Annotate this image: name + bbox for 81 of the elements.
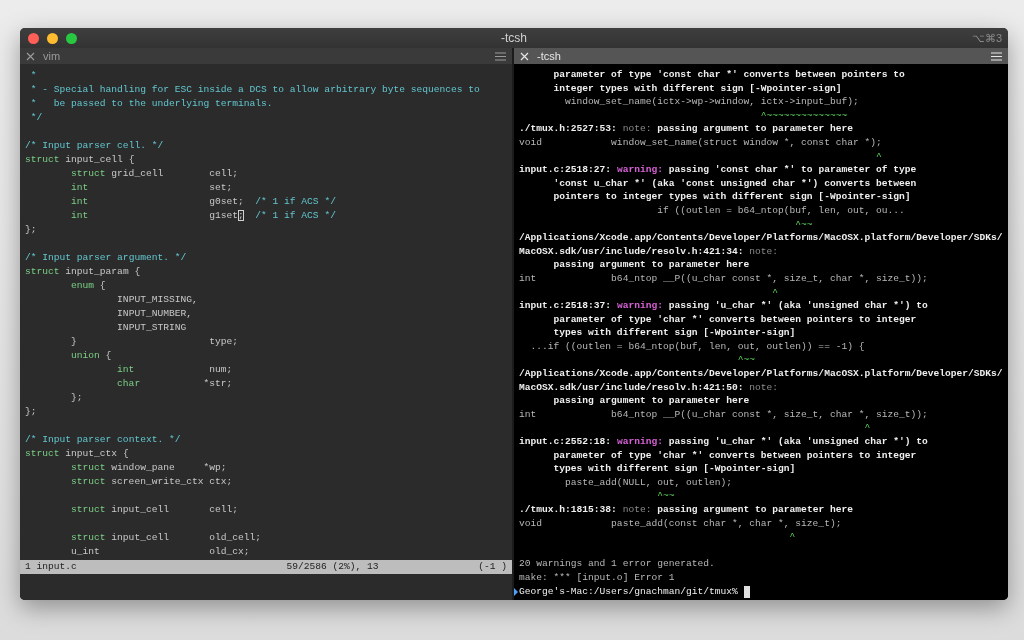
close-button[interactable] <box>28 32 39 44</box>
code-line: struct grid_cell cell; <box>70 167 239 181</box>
code-line: passing argument to parameter here <box>552 258 751 272</box>
code-line: /Applications/Xcode.app/Contents/Developer/Platforms/MacOSX.platform/Developer/SDKs/ <box>519 367 1004 381</box>
code-line: ^~~ <box>736 353 757 368</box>
code-line: char *str; <box>116 377 234 391</box>
mode-indicator: (-1 ) <box>478 560 507 574</box>
code-line: 'const u_char *' (aka 'const unsigned char *') converts between <box>552 176 918 191</box>
code-line: }; <box>25 405 38 419</box>
code-line: input.c:2552:18: warning: passing 'u_char *' (aka 'unsigned char *') to <box>519 435 929 449</box>
code-line: } type; <box>70 335 240 349</box>
code-line: ^ <box>771 285 780 300</box>
code-line: int g0set; /* 1 if ACS */ <box>70 195 337 209</box>
mark-icon <box>514 587 518 596</box>
code-line: ^~~~~~~~~~~~~~~ <box>759 108 849 123</box>
code-line: 20 warnings and 1 error generated. <box>519 557 716 571</box>
code-line: struct window_pane *wp; <box>70 461 228 475</box>
code-line: /* Input parser context. */ <box>25 433 182 447</box>
code-line: MacOSX.sdk/usr/include/resolv.h:421:50: note: <box>519 380 780 395</box>
code-line: union { <box>70 349 113 363</box>
code-line: ./tmux.h:2527:53: note: passing argument to parameter here <box>519 122 854 136</box>
code-line: parameter of type 'char *' converts between pointers to integer <box>552 312 918 327</box>
code-line: u_int old_cx; <box>70 545 251 559</box>
code-line: parameter of type 'char *' converts between pointers to integer <box>552 448 918 463</box>
code-line: ^~~ <box>656 489 676 503</box>
code-line: /* Input parser argument. */ <box>25 251 188 265</box>
cursor-position: 59/2586 (2%), 13 <box>286 560 379 574</box>
code-line: int num; <box>116 363 234 377</box>
code-line: input.c:2518:37: warning: passing 'u_char *' (aka 'unsigned char *') to <box>519 299 929 313</box>
code-line: enum { <box>70 279 107 293</box>
code-line: INPUT_STRING <box>116 321 188 335</box>
code-line: struct input_cell cell; <box>70 503 239 517</box>
file-name: 1 input.c <box>25 560 77 574</box>
code-line: struct input_param { <box>25 265 142 279</box>
code-line: int b64_ntop __P((u_char const *, size_t, char *, size_t)); <box>519 271 929 286</box>
text-cursor <box>743 585 750 598</box>
code-line: struct input_ctx { <box>25 447 130 461</box>
code-line: int b64_ntop __P((u_char const *, size_t, char *, size_t)); <box>519 407 929 422</box>
code-line: void window_set_name(struct window *, const char *); <box>519 135 883 150</box>
code-line: /* Input parser cell. */ <box>25 139 165 153</box>
shortcut-label: ⌥⌘3 <box>971 31 1003 45</box>
code-line: ^ <box>874 149 883 164</box>
shell-prompt: George's-Mac:/Users/gnachman/git/tmux% <box>519 584 738 599</box>
code-line: ^ <box>788 530 797 544</box>
code-line: struct input_cell old_cell; <box>70 531 263 545</box>
code-line: types with different sign [-Wpointer-sign] <box>552 462 797 476</box>
code-line: }; <box>70 391 84 405</box>
code-line: passing argument to parameter here <box>552 394 751 408</box>
code-line: if ((outlen = b64_ntop(buf, len, out, ou... <box>656 203 906 218</box>
close-icon[interactable] <box>26 51 35 61</box>
code-line: MacOSX.sdk/usr/include/resolv.h:421:34: note: <box>519 244 780 259</box>
code-line: * <box>29 69 38 83</box>
code-line: pointers to integer types with different sign [-Wpointer-sign] <box>552 190 912 204</box>
zoom-button[interactable] <box>66 32 77 44</box>
code-line: */ <box>29 111 44 125</box>
code-line: /Applications/Xcode.app/Contents/Developer/Platforms/MacOSX.platform/Developer/SDKs/ <box>519 231 1004 245</box>
code-line: window_set_name(ictx->wp->window, ictx->input_buf); <box>564 95 860 109</box>
menu-icon[interactable] <box>495 51 506 61</box>
code-line: void paste_add(const char *, char *, size_t); <box>519 516 843 531</box>
code-line: INPUT_MISSING, <box>116 293 199 307</box>
code-line: make: *** [input.o] Error 1 <box>519 570 676 585</box>
code-line: int g1set; /* 1 if ACS */ <box>70 209 337 223</box>
code-line: INPUT_NUMBER, <box>116 307 193 321</box>
code-line: ^ <box>863 421 872 436</box>
code-line: struct screen_write_ctx ctx; <box>70 475 234 489</box>
minimize-button[interactable] <box>47 32 58 44</box>
code-line: ^~~ <box>794 217 814 232</box>
code-line: }; <box>25 223 38 237</box>
code-line: ...if ((outlen = b64_ntop(buf, len, out, outlen)) == -1) { <box>529 339 866 354</box>
code-line: * - Special handling for ESC inside a DCS to allow arbitrary byte sequences to <box>29 83 481 97</box>
code-line: types with different sign [-Wpointer-sign] <box>552 326 797 340</box>
code-line: paste_add(NULL, out, outlen); <box>564 475 734 490</box>
code-line: integer types with different sign [-Wpointer-sign] <box>552 81 843 96</box>
tab[interactable]: vim <box>20 48 512 64</box>
code-line: struct input_cell { <box>25 153 136 167</box>
code-line: input.c:2518:27: warning: passing 'const char *' to parameter of type <box>519 163 918 177</box>
window-title: -tcsh <box>500 31 528 45</box>
code-line: ./tmux.h:1815:38: note: passing argument to parameter here <box>519 503 854 517</box>
code-line: int set; <box>70 181 234 195</box>
code-line: * be passed to the underlying terminals. <box>29 97 274 111</box>
code-line: parameter of type 'const char *' converts between pointers to <box>552 68 906 82</box>
